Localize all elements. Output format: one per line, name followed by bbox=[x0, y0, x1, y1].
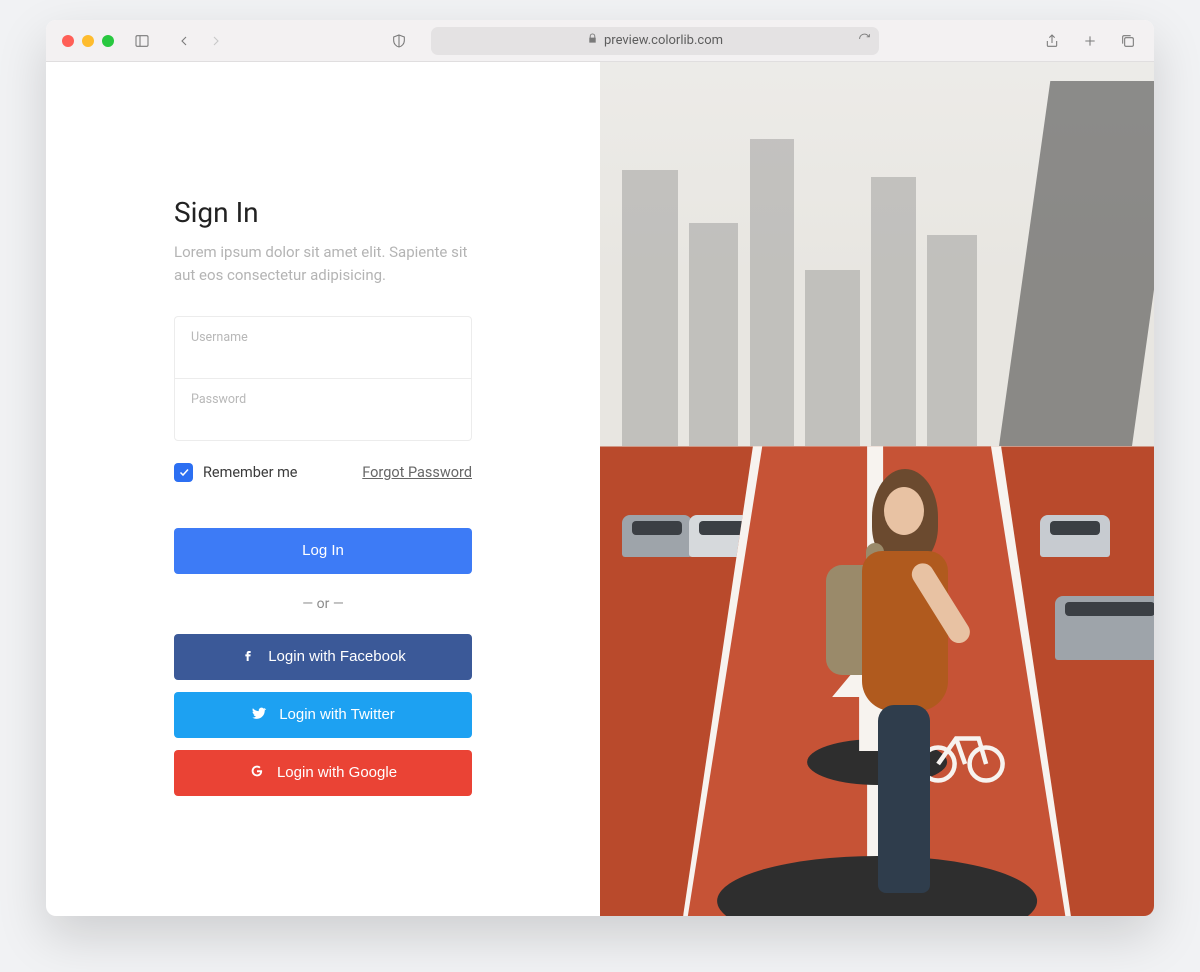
new-tab-icon[interactable] bbox=[1080, 31, 1100, 51]
tab-overview-icon[interactable] bbox=[1118, 31, 1138, 51]
person-illustration bbox=[844, 469, 964, 899]
maximize-window-button[interactable] bbox=[102, 35, 114, 47]
sidebar-toggle-icon[interactable] bbox=[132, 31, 152, 51]
browser-chrome: preview.colorlib.com bbox=[46, 20, 1154, 62]
remember-me-checkbox[interactable]: Remember me bbox=[174, 463, 298, 482]
hero-image bbox=[600, 62, 1154, 916]
forward-button[interactable] bbox=[206, 31, 226, 51]
share-icon[interactable] bbox=[1042, 31, 1062, 51]
login-twitter-label: Login with Twitter bbox=[279, 706, 395, 723]
facebook-icon bbox=[240, 647, 256, 667]
signin-panel: Sign In Lorem ipsum dolor sit amet elit.… bbox=[46, 62, 600, 916]
login-button-label: Log In bbox=[302, 542, 344, 559]
back-button[interactable] bbox=[174, 31, 194, 51]
twitter-icon bbox=[251, 705, 267, 725]
reload-icon[interactable] bbox=[858, 32, 871, 49]
privacy-shield-icon[interactable] bbox=[389, 31, 409, 51]
remember-me-label: Remember me bbox=[203, 464, 298, 481]
minimize-window-button[interactable] bbox=[82, 35, 94, 47]
browser-window: preview.colorlib.com Sign In Lorem ipsum… bbox=[46, 20, 1154, 916]
username-input[interactable] bbox=[175, 317, 471, 378]
page-content: Sign In Lorem ipsum dolor sit amet elit.… bbox=[46, 62, 1154, 916]
login-google-label: Login with Google bbox=[277, 764, 397, 781]
checkmark-icon bbox=[174, 463, 193, 482]
address-bar-url: preview.colorlib.com bbox=[604, 33, 723, 48]
credentials-group: Username Password bbox=[174, 316, 472, 441]
password-input[interactable] bbox=[175, 379, 471, 440]
login-facebook-label: Login with Facebook bbox=[268, 648, 406, 665]
login-button[interactable]: Log In bbox=[174, 528, 472, 574]
divider-or: — or — bbox=[174, 596, 472, 612]
lock-icon bbox=[587, 33, 598, 48]
page-title: Sign In bbox=[174, 196, 472, 229]
page-subtitle: Lorem ipsum dolor sit amet elit. Sapient… bbox=[174, 241, 472, 288]
forgot-password-link[interactable]: Forgot Password bbox=[362, 464, 472, 481]
skyline-illustration bbox=[600, 62, 1154, 446]
window-controls bbox=[62, 35, 114, 47]
login-facebook-button[interactable]: Login with Facebook bbox=[174, 634, 472, 680]
address-bar[interactable]: preview.colorlib.com bbox=[431, 27, 879, 55]
google-icon bbox=[249, 763, 265, 783]
close-window-button[interactable] bbox=[62, 35, 74, 47]
login-twitter-button[interactable]: Login with Twitter bbox=[174, 692, 472, 738]
login-google-button[interactable]: Login with Google bbox=[174, 750, 472, 796]
